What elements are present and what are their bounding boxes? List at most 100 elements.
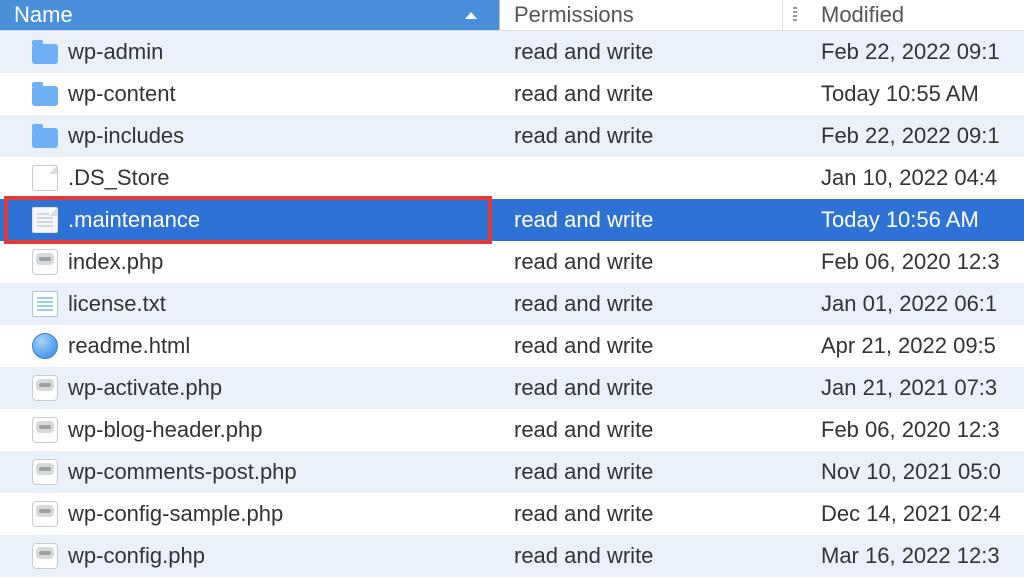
file-row[interactable]: wp-includesread and writeFeb 22, 2022 09… bbox=[0, 115, 1024, 157]
file-permissions-cell: read and write bbox=[500, 207, 783, 233]
file-modified-cell: Mar 16, 2022 12:3 bbox=[783, 543, 1024, 569]
file-modified-cell: Dec 14, 2021 02:4 bbox=[783, 501, 1024, 527]
php-file-icon bbox=[32, 417, 58, 443]
column-header-modified[interactable]: Modified bbox=[783, 0, 1024, 30]
file-name-cell: .DS_Store bbox=[0, 165, 500, 191]
file-permissions-cell: read and write bbox=[500, 417, 783, 443]
file-browser: Name Permissions Modified wp-admin read a… bbox=[0, 0, 1024, 579]
folder-icon bbox=[32, 86, 58, 106]
file-name-label: readme.html bbox=[68, 333, 190, 359]
file-modified-cell: Nov 10, 2021 05:0 bbox=[783, 459, 1024, 485]
file-row[interactable]: license.txt read and write Jan 01, 2022 06… bbox=[0, 283, 1024, 325]
file-name-cell: wp-admin bbox=[0, 39, 500, 65]
file-modified-label: Nov 10, 2021 05:0 bbox=[821, 459, 1001, 484]
file-modified-cell: Feb 06, 2020 12:3 bbox=[783, 417, 1024, 443]
file-permissions-label: read and write bbox=[514, 81, 653, 106]
file-permissions-label: read and write bbox=[514, 375, 653, 400]
document-icon bbox=[32, 207, 58, 233]
file-name-label: wp-activate.php bbox=[68, 375, 222, 401]
php-file-icon bbox=[32, 501, 58, 527]
file-row[interactable]: wp-activate.php read and write Jan 21, 202… bbox=[0, 367, 1024, 409]
file-modified-label: Jan 21, 2021 07:3 bbox=[821, 375, 997, 400]
file-permissions-label: read and write bbox=[514, 249, 653, 274]
folder-icon bbox=[32, 128, 58, 148]
file-name-label: .maintenance bbox=[68, 207, 200, 233]
file-modified-label: Feb 22, 2022 09:1 bbox=[821, 39, 1000, 64]
file-permissions-cell: read and write bbox=[500, 333, 783, 359]
file-modified-label: Today 10:56 AM bbox=[821, 207, 979, 232]
file-modified-label: Apr 21, 2022 09:5 bbox=[821, 333, 996, 358]
file-row[interactable]: .DS_Store Jan 10, 2022 04:4 bbox=[0, 157, 1024, 199]
file-modified-label: Jan 01, 2022 06:1 bbox=[821, 291, 997, 316]
file-name-cell: wp-config.php bbox=[0, 543, 500, 569]
file-row[interactable]: index.php read and write Feb 06, 2020 12:3 bbox=[0, 241, 1024, 283]
file-name-cell: wp-comments-post.php bbox=[0, 459, 500, 485]
php-file-icon bbox=[32, 375, 58, 401]
file-permissions-cell: read and write bbox=[500, 459, 783, 485]
file-permissions-label: read and write bbox=[514, 333, 653, 358]
file-name-label: wp-includes bbox=[68, 123, 184, 149]
document-icon bbox=[32, 165, 58, 191]
file-modified-label: Feb 22, 2022 09:1 bbox=[821, 123, 1000, 148]
file-name-label: license.txt bbox=[68, 291, 166, 317]
column-header-name-label: Name bbox=[14, 2, 73, 28]
file-name-label: wp-config.php bbox=[68, 543, 205, 569]
file-name-cell: wp-content bbox=[0, 81, 500, 107]
column-header-modified-label: Modified bbox=[821, 2, 904, 28]
file-name-cell: index.php bbox=[0, 249, 500, 275]
file-modified-label: Feb 06, 2020 12:3 bbox=[821, 417, 1000, 442]
column-header-permissions[interactable]: Permissions bbox=[500, 0, 783, 30]
file-name-cell: .maintenance bbox=[0, 207, 500, 233]
file-row[interactable]: wp-config-sample.php read and write Dec 14… bbox=[0, 493, 1024, 535]
file-row[interactable]: wp-comments-post.php read and write Nov 10… bbox=[0, 451, 1024, 493]
file-modified-label: Jan 10, 2022 04:4 bbox=[821, 165, 997, 190]
file-row[interactable]: wp-content read and write Today 10:55 AM bbox=[0, 73, 1024, 115]
file-name-cell: wp-blog-header.php bbox=[0, 417, 500, 443]
file-permissions-cell: read and write bbox=[500, 39, 783, 65]
file-row[interactable]: wp-config.php read and write Mar 16, 2022 … bbox=[0, 535, 1024, 577]
column-header-row: Name Permissions Modified bbox=[0, 0, 1024, 31]
file-modified-cell: Today 10:55 AM bbox=[783, 81, 1024, 107]
file-permissions-cell: read and write bbox=[500, 375, 783, 401]
file-name-label: .DS_Store bbox=[68, 165, 170, 191]
file-name-label: wp-admin bbox=[68, 39, 163, 65]
file-row[interactable]: wp-blog-header.php read and write Feb 06, … bbox=[0, 409, 1024, 451]
file-name-label: wp-content bbox=[68, 81, 176, 107]
file-permissions-label: read and write bbox=[514, 39, 653, 64]
file-permissions-cell: read and write bbox=[500, 543, 783, 569]
php-file-icon bbox=[32, 459, 58, 485]
text-file-icon bbox=[32, 291, 58, 317]
file-modified-cell: Apr 21, 2022 09:5 bbox=[783, 333, 1024, 359]
column-header-name[interactable]: Name bbox=[0, 0, 500, 30]
file-name-label: wp-config-sample.php bbox=[68, 501, 283, 527]
file-permissions-label: read and write bbox=[514, 207, 653, 232]
file-modified-label: Today 10:55 AM bbox=[821, 81, 979, 106]
file-name-label: wp-blog-header.php bbox=[68, 417, 262, 443]
file-name-cell: wp-includes bbox=[0, 123, 500, 149]
file-modified-cell: Today 10:56 AM bbox=[783, 207, 1024, 233]
file-name-cell: wp-activate.php bbox=[0, 375, 500, 401]
file-permissions-label: read and write bbox=[514, 501, 653, 526]
file-name-cell: license.txt bbox=[0, 291, 500, 317]
file-modified-cell: Jan 01, 2022 06:1 bbox=[783, 291, 1024, 317]
file-name-cell: readme.html bbox=[0, 333, 500, 359]
file-modified-cell: Jan 21, 2021 07:3 bbox=[783, 375, 1024, 401]
file-list: wp-adminread and writeFeb 22, 2022 09:1w… bbox=[0, 31, 1024, 577]
file-permissions-cell: read and write bbox=[500, 249, 783, 275]
file-permissions-label: read and write bbox=[514, 291, 653, 316]
file-name-label: wp-comments-post.php bbox=[68, 459, 297, 485]
file-permissions-label: read and write bbox=[514, 543, 653, 568]
file-row[interactable]: readme.html read and write Apr 21, 2022 09… bbox=[0, 325, 1024, 367]
file-name-cell: wp-config-sample.php bbox=[0, 501, 500, 527]
file-modified-cell: Feb 06, 2020 12:3 bbox=[783, 249, 1024, 275]
file-row[interactable]: wp-admin read and write Feb 22, 2022 09:1 bbox=[0, 31, 1024, 73]
php-file-icon bbox=[32, 249, 58, 275]
html-file-icon bbox=[32, 333, 58, 359]
file-modified-cell: Feb 22, 2022 09:1 bbox=[783, 39, 1024, 65]
file-permissions-cell: read and write bbox=[500, 291, 783, 317]
file-modified-label: Feb 06, 2020 12:3 bbox=[821, 249, 1000, 274]
folder-icon bbox=[32, 44, 58, 64]
sort-ascending-icon bbox=[465, 12, 477, 19]
file-row[interactable]: .maintenance read and write Today 10:56 AM bbox=[0, 199, 1024, 241]
file-permissions-label: read and write bbox=[514, 417, 653, 442]
